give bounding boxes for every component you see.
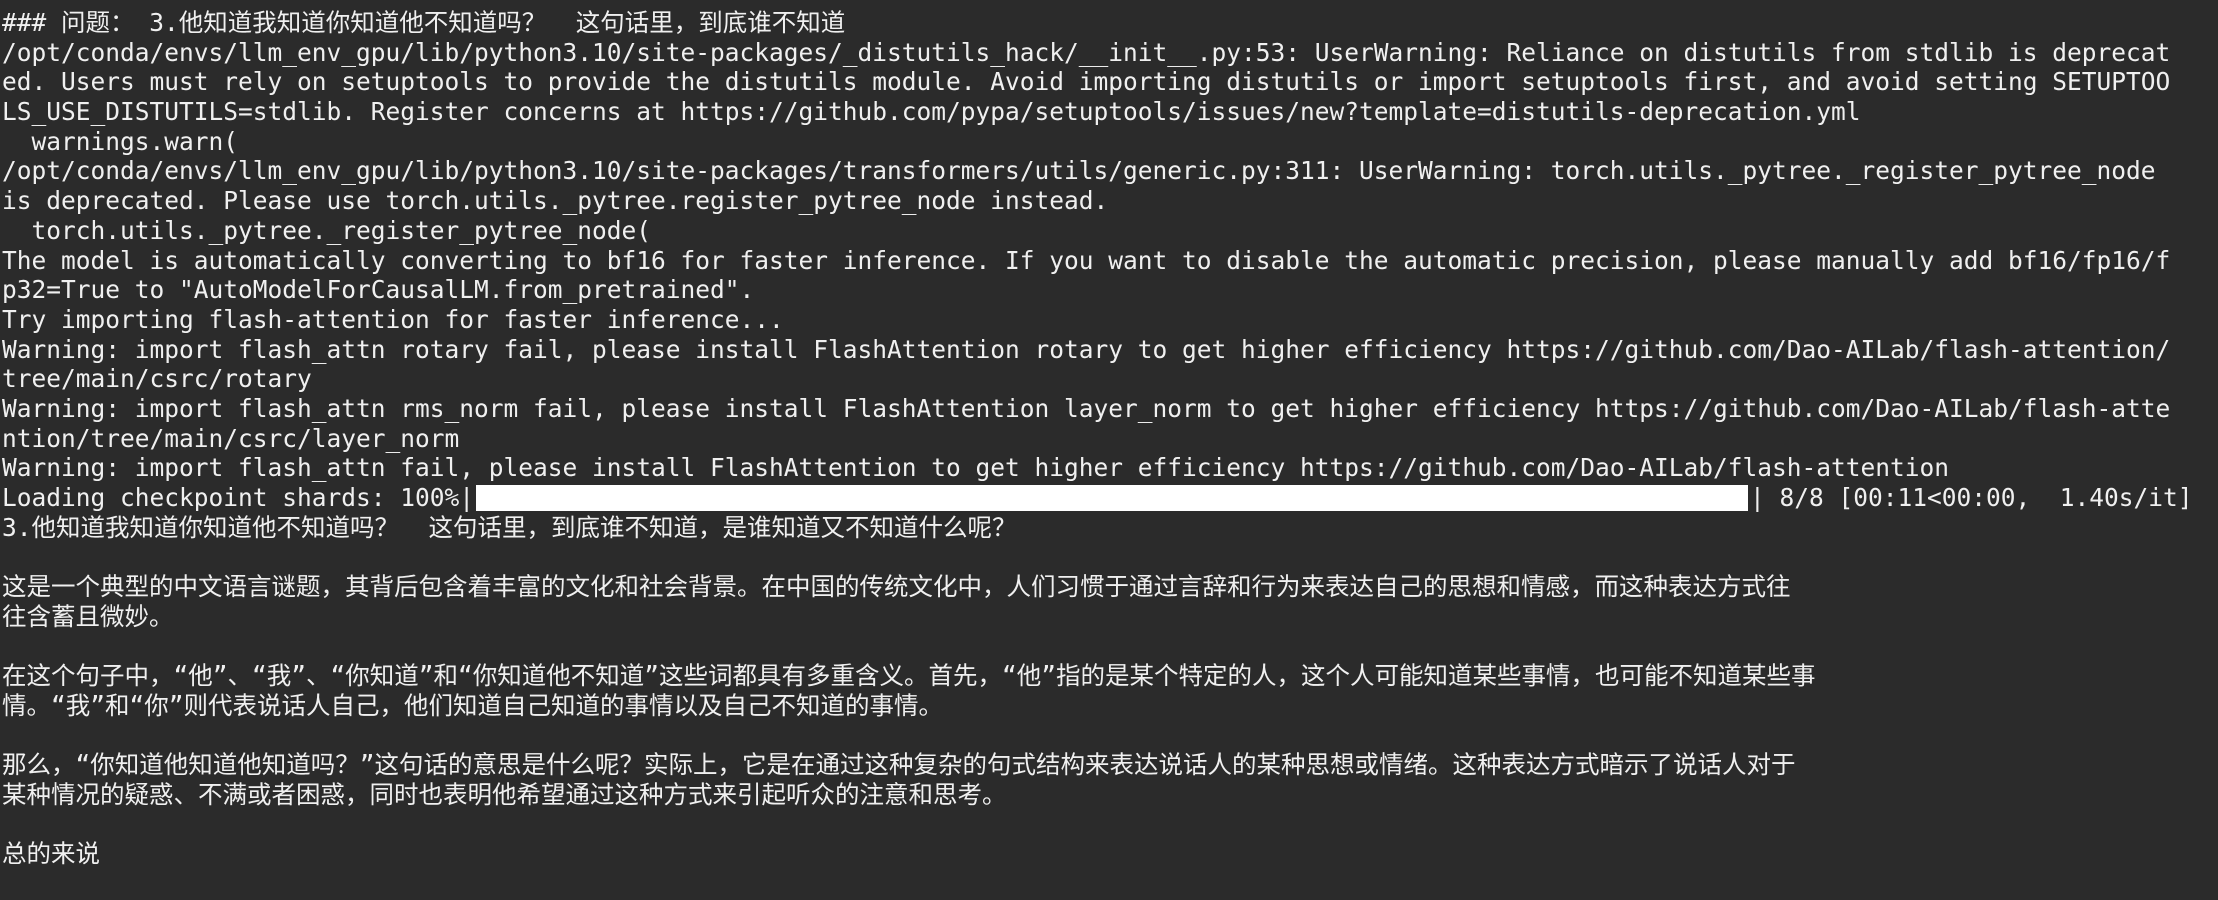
progress-line: Loading checkpoint shards: 100%| | 8/8 [0…: [2, 483, 2218, 513]
terminal-line: 情。“我”和“你”则代表说话人自己，他们知道自己知道的事情以及自己不知道的事情。: [2, 690, 943, 720]
terminal-line: /opt/conda/envs/llm_env_gpu/lib/python3.…: [2, 156, 2156, 186]
terminal-line: 3.他知道我知道你知道他不知道吗？ 这句话里，到底谁不知道，是谁知道又不知道什么…: [2, 512, 1017, 542]
terminal-line: Try importing flash-attention for faster…: [2, 304, 784, 334]
progress-bar: [476, 484, 1749, 511]
terminal-line: is deprecated. Please use torch.utils._p…: [2, 186, 1109, 216]
progress-suffix: | 8/8 [00:11<00:00, 1.40s/it]: [1750, 483, 2193, 512]
terminal-line: 那么，“你知道他知道他知道吗？”这句话的意思是什么呢？实际上，它是在通过这种复杂…: [2, 750, 1796, 780]
terminal-line: torch.utils._pytree._register_pytree_nod…: [2, 215, 652, 245]
model-response-block: 3.他知道我知道你知道他不知道吗？ 这句话里，到底谁不知道，是谁知道又不知道什么…: [2, 513, 2218, 869]
terminal-line: ### 问题： 3.他知道我知道你知道他不知道吗？ 这句话里，到底谁不知道: [2, 8, 846, 37]
terminal-line: Warning: import flash_attn rms_norm fail…: [2, 393, 2171, 423]
terminal-line: 某种情况的疑惑、不满或者困惑，同时也表明他希望通过这种方式来引起听众的注意和思考…: [2, 779, 1007, 809]
terminal-line: ed. Users must rely on setuptools to pro…: [2, 67, 2171, 97]
terminal-line: warnings.warn(: [2, 126, 239, 156]
terminal-line: The model is automatically converting to…: [2, 245, 2171, 275]
progress-label: Loading checkpoint shards: 100%|: [2, 483, 475, 512]
log-output-block: ### 问题： 3.他知道我知道你知道他不知道吗？ 这句话里，到底谁不知道/op…: [2, 8, 2218, 483]
terminal-line: ntion/tree/main/csrc/layer_norm: [2, 423, 460, 453]
terminal-line: 在这个句子中，“他”、“我”、“你知道”和“你知道他不知道”这些词都具有多重含义…: [2, 661, 1816, 691]
terminal-line: Warning: import flash_attn fail, please …: [2, 453, 1950, 483]
terminal-line: p32=True to "AutoModelForCausalLM.from_p…: [2, 275, 755, 305]
terminal-line: 总的来说: [2, 839, 100, 869]
terminal-output[interactable]: ### 问题： 3.他知道我知道你知道他不知道吗？ 这句话里，到底谁不知道/op…: [0, 0, 2218, 900]
terminal-line: Warning: import flash_attn rotary fail, …: [2, 334, 2171, 364]
terminal-line: /opt/conda/envs/llm_env_gpu/lib/python3.…: [2, 37, 2171, 67]
terminal-line: LS_USE_DISTUTILS=stdlib. Register concer…: [2, 97, 1861, 127]
terminal-line: 这是一个典型的中文语言谜题，其背后包含着丰富的文化和社会背景。在中国的传统文化中…: [2, 572, 1791, 602]
terminal-line: 往含蓄且微妙。: [2, 601, 174, 631]
terminal-line: tree/main/csrc/rotary: [2, 364, 312, 394]
